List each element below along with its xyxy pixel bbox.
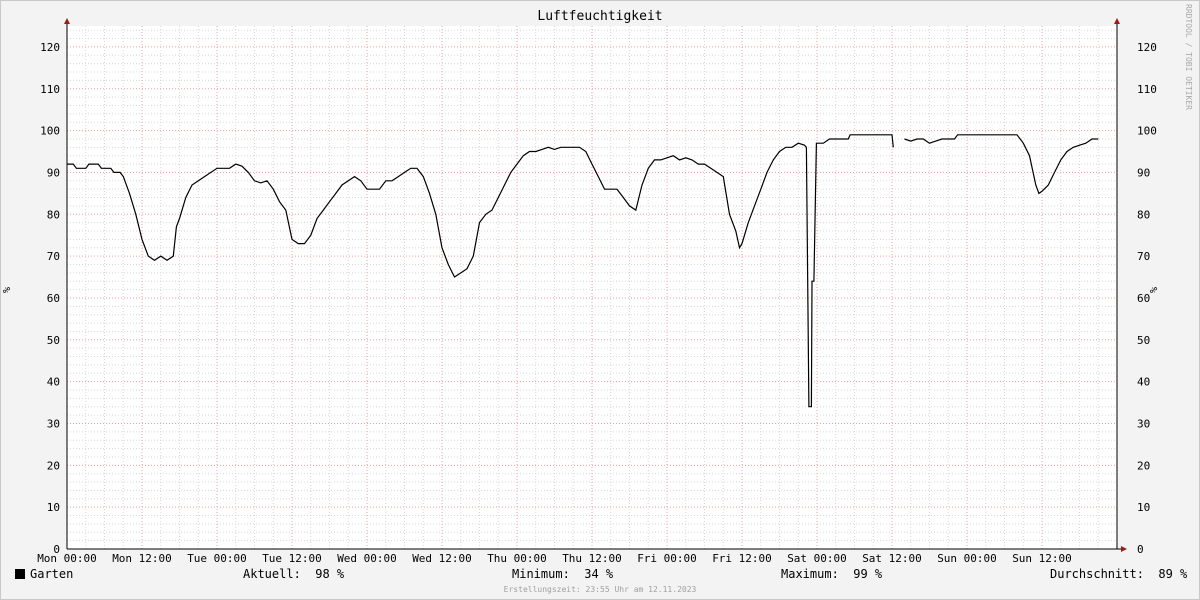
x-tick-label: Fri 00:00	[637, 552, 697, 565]
legend-current: Aktuell: 98 %	[243, 567, 344, 581]
x-tick-label: Thu 00:00	[487, 552, 547, 565]
legend-avg-label: Durchschnitt:	[1050, 567, 1144, 581]
x-tick-label: Wed 00:00	[337, 552, 397, 565]
legend-series: Garten	[15, 567, 73, 581]
x-tick-label: Wed 12:00	[412, 552, 472, 565]
y-tick-label-right: 100	[1137, 125, 1157, 138]
x-tick-label: Sun 00:00	[937, 552, 997, 565]
legend-maximum: Maximum: 99 %	[781, 567, 882, 581]
x-tick-label: Mon 12:00	[112, 552, 172, 565]
rrdtool-watermark: RRDTOOL / TOBI OETIKER	[1184, 4, 1193, 110]
x-tick-label: Sun 12:00	[1012, 552, 1072, 565]
y-tick-label-right: 0	[1137, 543, 1144, 556]
y-tick-label-right: 50	[1137, 334, 1150, 347]
y-tick-label-right: 80	[1137, 208, 1150, 221]
y-axis-label-right: %	[1149, 287, 1160, 293]
x-tick-label: Tue 12:00	[262, 552, 322, 565]
y-tick-label-right: 40	[1137, 376, 1150, 389]
legend-max-value: 99 %	[853, 567, 883, 581]
legend-min-label: Minimum:	[512, 567, 570, 581]
y-tick-label-left: 60	[47, 292, 60, 305]
legend-average: Durchschnitt: 89 %	[1050, 567, 1187, 581]
y-tick-label-left: 80	[47, 208, 60, 221]
y-tick-label-right: 90	[1137, 166, 1150, 179]
y-tick-label-right: 70	[1137, 250, 1150, 263]
humidity-chart: 0 010 1020 2030 3040 4050 5060 6070 7080 8090 9010…	[2, 18, 1160, 565]
y-tick-label-left: 70	[47, 250, 60, 263]
chart-title: Luftfeuchtigkeit	[537, 9, 663, 24]
x-tick-label: Mon 00:00	[37, 552, 97, 565]
y-tick-label-right: 30	[1137, 417, 1150, 430]
y-tick-label-right: 120	[1137, 41, 1157, 54]
y-tick-label-left: 30	[47, 417, 60, 430]
y-tick-label-left: 20	[47, 459, 60, 472]
y-tick-label-right: 20	[1137, 459, 1150, 472]
legend-swatch	[15, 569, 25, 579]
legend-series-label: Garten	[30, 567, 74, 581]
legend-current-label: Aktuell:	[243, 567, 301, 581]
legend-minimum: Minimum: 34 %	[512, 567, 613, 581]
legend-current-value: 98 %	[315, 567, 345, 581]
x-tick-label: Tue 00:00	[187, 552, 247, 565]
y-tick-label-right: 10	[1137, 501, 1150, 514]
y-tick-label-left: 90	[47, 166, 60, 179]
y-tick-label-left: 120	[40, 41, 60, 54]
x-tick-label: Thu 12:00	[562, 552, 622, 565]
legend-min-value: 34 %	[584, 567, 614, 581]
y-tick-label-left: 40	[47, 376, 60, 389]
legend-avg-value: 89 %	[1158, 567, 1188, 581]
creation-time-footer: Erstellungszeit: 23:55 Uhr am 12.11.2023	[503, 585, 697, 594]
x-tick-label: Sat 00:00	[787, 552, 847, 565]
y-tick-label-left: 110	[40, 83, 60, 96]
y-tick-label-left: 50	[47, 334, 60, 347]
y-tick-label-right: 110	[1137, 83, 1157, 96]
y-tick-label-left: 100	[40, 125, 60, 138]
legend-max-label: Maximum:	[781, 567, 839, 581]
y-axis-label-left: %	[2, 287, 13, 293]
x-axis-arrow	[1121, 546, 1127, 552]
y-tick-label-left: 10	[47, 501, 60, 514]
x-tick-label: Sat 12:00	[862, 552, 922, 565]
x-tick-label: Fri 12:00	[712, 552, 772, 565]
